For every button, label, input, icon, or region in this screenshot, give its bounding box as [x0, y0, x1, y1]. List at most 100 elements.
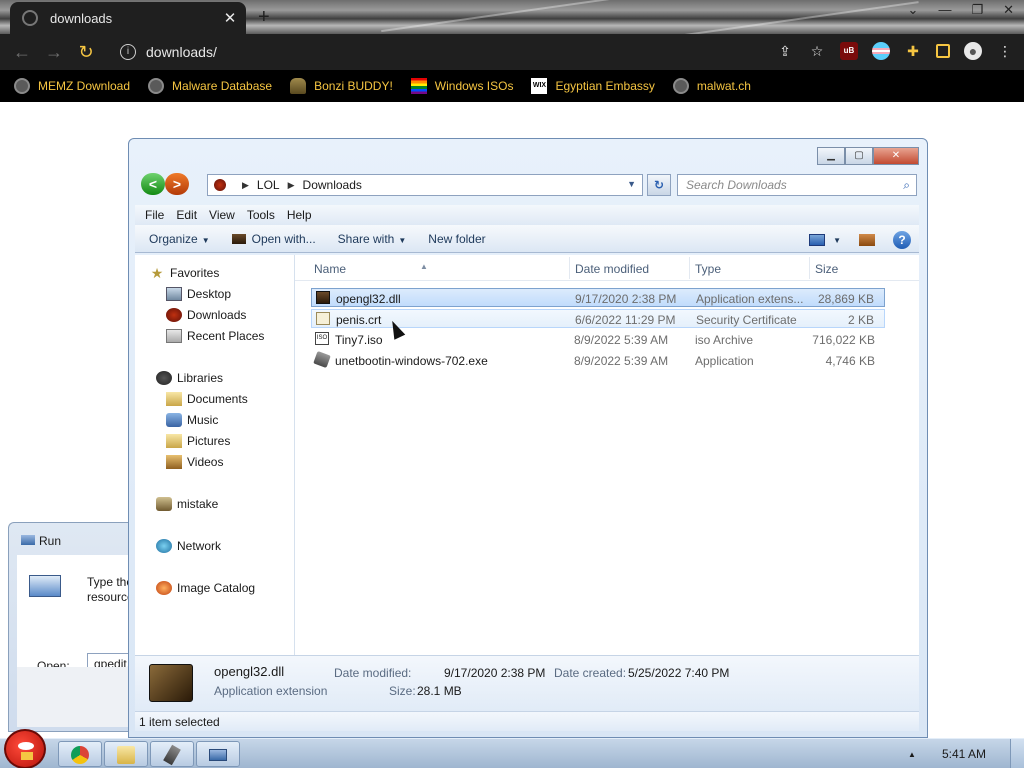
- bookmark-bonzi-buddy[interactable]: Bonzi BUDDY!: [290, 78, 393, 94]
- bookmark-malwatch[interactable]: malwat.ch: [672, 78, 751, 94]
- nav-item-documents[interactable]: Documents: [166, 392, 248, 406]
- preview-pane-icon[interactable]: [859, 234, 875, 246]
- back-arrow-icon[interactable]: ←: [6, 42, 38, 63]
- status-bar: 1 item selected: [135, 711, 919, 731]
- profile-avatar-icon[interactable]: ●: [964, 42, 982, 60]
- nav-item-downloads[interactable]: Downloads: [166, 308, 246, 322]
- desktop-icon: [166, 287, 182, 301]
- taskbar-explorer-button[interactable]: [104, 741, 148, 767]
- file-type: iso Archive: [695, 333, 754, 347]
- open-with-button[interactable]: Open with...: [231, 232, 316, 246]
- nav-item-recent-places[interactable]: Recent Places: [166, 329, 264, 343]
- bookmark-star-icon[interactable]: ☆: [808, 42, 826, 60]
- menu-file[interactable]: File: [139, 208, 170, 222]
- address-bar[interactable]: i downloads/: [108, 38, 748, 66]
- site-info-icon[interactable]: i: [120, 44, 136, 60]
- close-tab-icon[interactable]: ✕: [222, 9, 238, 27]
- downloads-folder-icon: [214, 179, 226, 191]
- bookmark-windows-isos[interactable]: Windows ISOs: [410, 78, 513, 94]
- maximize-icon[interactable]: ▢: [845, 147, 873, 165]
- taskbar-run-button[interactable]: [196, 741, 240, 767]
- side-panel-icon[interactable]: [936, 44, 950, 58]
- file-row[interactable]: opengl32.dll 9/17/2020 2:38 PM Applicati…: [311, 288, 885, 307]
- share-icon[interactable]: ⇪: [776, 42, 794, 60]
- file-row[interactable]: unetbootin-windows-702.exe 8/9/2022 5:39…: [311, 350, 885, 370]
- start-button[interactable]: [4, 729, 46, 768]
- nav-item-desktop[interactable]: Desktop: [166, 287, 231, 301]
- image-catalog-icon: [156, 581, 172, 595]
- close-icon[interactable]: ✕: [873, 147, 919, 165]
- column-divider[interactable]: [809, 257, 810, 279]
- column-divider[interactable]: [689, 257, 690, 279]
- menu-edit[interactable]: Edit: [170, 208, 203, 222]
- reload-icon[interactable]: ↻: [70, 42, 102, 63]
- restore-icon[interactable]: ❐: [971, 2, 983, 18]
- bookmark-label: Malware Database: [172, 79, 273, 93]
- breadcrumb-separator-icon[interactable]: ▶: [242, 180, 249, 191]
- help-icon[interactable]: ?: [893, 231, 911, 249]
- details-file-name: opengl32.dll: [214, 664, 285, 679]
- close-icon[interactable]: ✕: [1003, 2, 1014, 18]
- back-button[interactable]: <: [141, 173, 165, 195]
- breadcrumb-lol[interactable]: LOL: [257, 178, 280, 192]
- exe-icon: [313, 350, 331, 369]
- nav-item-videos[interactable]: Videos: [166, 455, 223, 469]
- application-icon: [163, 744, 181, 766]
- file-date: 6/6/2022 11:29 PM: [575, 313, 676, 327]
- menu-kebab-icon[interactable]: ⋮: [996, 42, 1014, 60]
- search-icon[interactable]: ⌕: [903, 175, 910, 195]
- nav-item-pictures[interactable]: Pictures: [166, 434, 230, 448]
- column-header-name[interactable]: Name: [314, 262, 346, 276]
- nav-label: Favorites: [170, 266, 220, 280]
- bookmark-memz-download[interactable]: MEMZ Download: [14, 78, 130, 94]
- taskbar-chrome-button[interactable]: [58, 741, 102, 767]
- forward-button[interactable]: >: [165, 173, 189, 195]
- nav-item-libraries[interactable]: Libraries: [156, 371, 223, 385]
- show-hidden-icons-icon[interactable]: ▲: [908, 750, 916, 759]
- nav-label: Recent Places: [187, 329, 265, 343]
- bookmark-malware-database[interactable]: Malware Database: [148, 78, 272, 94]
- nav-item-favorites[interactable]: ★ Favorites: [149, 266, 220, 280]
- nav-item-image-catalog[interactable]: Image Catalog: [156, 581, 255, 595]
- run-dialog-title: Run: [39, 534, 62, 548]
- user-folder-icon: [156, 497, 172, 511]
- change-view-button[interactable]: ▼: [809, 234, 841, 246]
- explorer-address-bar[interactable]: ▶ LOL ▶ Downloads ▼: [207, 174, 643, 196]
- nav-item-mistake[interactable]: mistake: [156, 497, 218, 511]
- extensions-puzzle-icon[interactable]: ✚: [904, 42, 922, 60]
- column-header-date-modified[interactable]: Date modified: [575, 262, 649, 276]
- address-dropdown-icon[interactable]: ▼: [627, 179, 636, 189]
- organize-button[interactable]: Organize ▼: [149, 232, 210, 246]
- nav-item-network[interactable]: Network: [156, 539, 221, 553]
- tab-downloads[interactable]: downloads ✕: [10, 2, 246, 34]
- dll-icon: [316, 291, 330, 304]
- forward-arrow-icon[interactable]: →: [38, 42, 70, 63]
- trans-flag-icon[interactable]: [872, 42, 890, 60]
- minimize-icon[interactable]: —: [938, 2, 951, 18]
- breadcrumb-downloads[interactable]: Downloads: [303, 178, 362, 192]
- nav-item-music[interactable]: Music: [166, 413, 218, 427]
- menu-help[interactable]: Help: [281, 208, 318, 222]
- new-folder-button[interactable]: New folder: [428, 232, 485, 246]
- taskbar-app-button[interactable]: [150, 741, 194, 767]
- share-with-button[interactable]: Share with ▼: [338, 232, 407, 246]
- column-header-type[interactable]: Type: [695, 262, 721, 276]
- column-header-size[interactable]: Size: [815, 262, 838, 276]
- search-input[interactable]: Search Downloads ⌕: [677, 174, 917, 196]
- show-desktop-button[interactable]: [1010, 739, 1024, 768]
- explorer-nav-row: < > ▶ LOL ▶ Downloads ▼ ↻ Search Downloa…: [141, 173, 917, 197]
- chevron-down-icon[interactable]: ⌄: [908, 2, 919, 18]
- minimize-icon[interactable]: ▁: [817, 147, 845, 165]
- breadcrumb-separator-icon[interactable]: ▶: [288, 180, 295, 191]
- ublock-icon[interactable]: uB: [840, 42, 858, 60]
- new-tab-icon[interactable]: +: [258, 6, 270, 29]
- bookmark-label: malwat.ch: [696, 79, 751, 93]
- pictures-icon: [166, 434, 182, 448]
- menu-view[interactable]: View: [203, 208, 241, 222]
- bookmark-egyptian-embassy[interactable]: WIX Egyptian Embassy: [531, 78, 655, 94]
- refresh-button[interactable]: ↻: [647, 174, 671, 196]
- column-divider[interactable]: [569, 257, 570, 279]
- clock[interactable]: 5:41 AM: [942, 747, 986, 761]
- details-file-type: Application extension: [214, 684, 328, 698]
- menu-tools[interactable]: Tools: [241, 208, 281, 222]
